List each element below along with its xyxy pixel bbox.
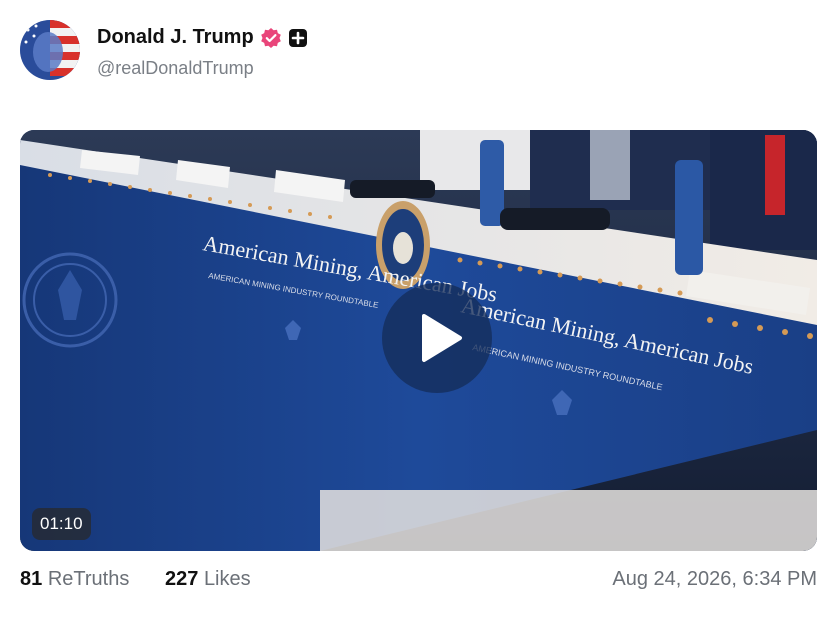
post-timestamp[interactable]: Aug 24, 2026, 6:34 PM [612,568,817,591]
retruths-label: ReTruths [47,568,130,590]
retruths-count: 81 [20,568,43,590]
play-icon [422,314,462,362]
post-header: Donald J. Trump @realDonaldTrump [20,20,820,82]
display-name[interactable]: Donald J. Trump [97,26,254,49]
video-player[interactable]: American Mining, American Jobs AMERICAN … [20,130,817,551]
verified-badge-icon [260,27,282,49]
likes-count: 227 [165,568,199,590]
user-handle[interactable]: @realDonaldTrump [97,58,254,79]
likes-label: Likes [203,568,251,590]
plus-badge-icon [288,28,308,48]
avatar[interactable] [20,20,80,80]
likes-stat[interactable]: 227 Likes [165,568,251,591]
post-footer: 81 ReTruths 227 Likes Aug 24, 2026, 6:34… [20,566,817,596]
retruths-stat[interactable]: 81 ReTruths [20,568,129,591]
play-button[interactable] [382,283,492,393]
video-duration: 01:10 [32,508,91,540]
